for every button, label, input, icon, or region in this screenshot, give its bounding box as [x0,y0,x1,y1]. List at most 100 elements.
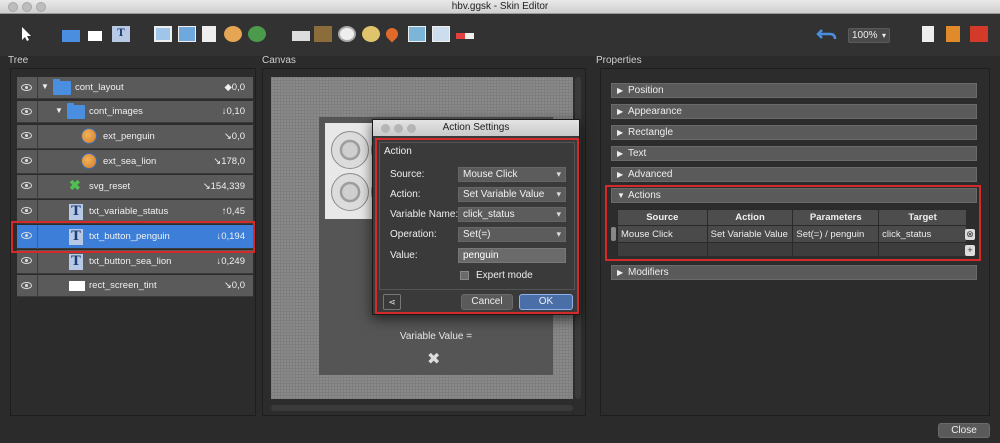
table-row[interactable]: Mouse Click Set Variable Value Set(=) / … [617,225,967,243]
preview-icon[interactable] [946,26,960,42]
rotator-icon[interactable] [362,26,380,42]
tree-item-txt-variable-status[interactable]: T txt_variable_status ↑0,45 [17,200,253,224]
text-tool-icon[interactable]: T [112,26,130,42]
action-select[interactable]: Set Variable Value [458,187,566,202]
placeholder-globe-icon [331,131,369,169]
tree-item-position: ↓0,194 [216,231,245,242]
cloner-icon[interactable] [314,26,332,42]
source-select[interactable]: Mouse Click [458,167,566,182]
rect-icon [69,281,85,291]
pin-icon[interactable] [383,25,401,43]
actions-table-header: Source Action Parameters Target [617,209,967,226]
dialog-minimize-button[interactable] [394,124,403,133]
export-icon[interactable] [922,26,934,42]
eye-icon[interactable] [21,132,32,139]
tree-item-txt-button-sea-lion[interactable]: T txt_button_sea_lion ↓0,249 [17,250,253,274]
cell-source[interactable]: Mouse Click [617,225,708,243]
section-actions[interactable]: ▼ Actions [611,188,977,203]
value-input[interactable]: penguin [458,248,566,263]
tree-item-cont-layout[interactable]: ▼ cont_layout ◆0,0 [17,77,253,99]
compass-icon[interactable] [338,26,356,42]
eye-icon[interactable] [21,207,32,214]
tree-item-rect-screen-tint[interactable]: rect_screen_tint ↘0,0 [17,275,253,297]
eye-icon[interactable] [21,157,32,164]
tree-item-ext-penguin[interactable]: ext_penguin ↘0,0 [17,125,253,149]
variable-status-text: Variable Value = [399,331,473,342]
operation-label: Operation: [390,229,437,240]
section-position[interactable]: ▶ Position [611,83,977,98]
container-icon[interactable] [62,30,80,42]
tree-item-position: ↓0,249 [216,256,245,267]
zoom-select[interactable]: 100% ▾ [848,28,890,43]
globe-icon [81,128,97,144]
properties-panel: ▶ Position ▶ Appearance ▶ Rectangle ▶ Text ▶… [600,68,990,416]
map-icon[interactable] [248,26,266,42]
tree-item-svg-reset[interactable]: ✖ svg_reset ↘154,339 [17,175,253,199]
ok-button[interactable]: OK [519,294,573,310]
tree-item-position: ◆0,0 [224,82,245,93]
remove-row-icon[interactable]: ⊗ [965,229,975,240]
cell-parameters[interactable]: Set(=) / penguin [792,225,880,243]
tree-item-label: txt_variable_status [89,206,169,217]
toolbar: T 100% ▾ [0,14,1000,56]
rectangle-icon[interactable] [88,31,102,41]
tree-panel: ▼ cont_layout ◆0,0 ▼ cont_images ↓0,10 e… [10,68,256,416]
expand-arrow-icon[interactable]: ▼ [41,82,49,91]
undo-icon[interactable] [816,26,838,42]
operation-select[interactable]: Set(=) [458,227,566,242]
add-row-icon[interactable]: + [965,245,975,256]
column-header-action[interactable]: Action [706,209,794,226]
dialog-zoom-button[interactable] [407,124,416,133]
column-header-target[interactable]: Target [878,209,967,226]
column-header-source[interactable]: Source [617,209,708,226]
hotspot-icon[interactable] [292,31,310,41]
close-button[interactable]: Close [938,423,990,438]
section-advanced[interactable]: ▶ Advanced [611,167,977,182]
share-icon[interactable]: ⋖ [383,294,401,310]
eye-icon[interactable] [21,182,32,189]
eye-icon[interactable] [21,282,32,289]
row-drag-handle[interactable] [611,227,616,241]
tree-item-label: ext_penguin [103,131,155,142]
cell-target[interactable]: click_status [878,225,967,243]
value-label: Value: [390,250,418,261]
select-arrow-icon[interactable] [18,26,36,42]
section-rectangle[interactable]: ▶ Rectangle [611,125,977,140]
eye-icon[interactable] [21,108,32,115]
output-icon[interactable] [970,26,988,42]
reset-x-icon[interactable]: ✖ [427,349,440,369]
variable-name-label: Variable Name: [390,209,459,220]
tree-item-cont-images[interactable]: ▼ cont_images ↓0,10 [17,101,253,123]
section-modifiers[interactable]: ▶ Modifiers [611,265,977,280]
cancel-button[interactable]: Cancel [461,294,513,310]
table-row-empty[interactable] [617,242,967,257]
progress-bar-icon[interactable] [456,33,474,39]
button-image-icon[interactable] [178,26,196,42]
eye-icon[interactable] [21,232,32,239]
folder-icon [67,103,85,119]
tree-item-ext-sea-lion[interactable]: ext_sea_lion ↘178,0 [17,150,253,174]
video-icon[interactable] [432,26,450,42]
image-icon[interactable] [154,26,172,42]
section-appearance[interactable]: ▶ Appearance [611,104,977,119]
svg-icon[interactable] [202,26,216,42]
expert-mode-checkbox[interactable] [460,271,469,280]
expert-mode-label: Expert mode [476,270,533,281]
canvas-horizontal-scrollbar[interactable] [271,405,573,411]
section-text[interactable]: ▶ Text [611,146,977,161]
eye-icon[interactable] [21,257,32,264]
external-image-icon[interactable] [224,26,242,42]
expand-arrow-icon: ▶ [617,128,624,137]
photo-icon[interactable] [408,26,426,42]
variable-name-select[interactable]: click_status [458,207,566,222]
tree-item-txt-button-penguin[interactable]: T txt_button_penguin ↓0,194 [17,225,253,249]
column-header-parameters[interactable]: Parameters [792,209,880,226]
eye-icon[interactable] [21,84,32,91]
dialog-close-button[interactable] [381,124,390,133]
section-label: Text [628,148,647,159]
expand-arrow-icon[interactable]: ▼ [55,106,63,115]
section-label: Modifiers [628,267,669,278]
cell-action[interactable]: Set Variable Value [706,225,794,243]
expand-arrow-icon: ▶ [617,86,624,95]
text-icon: T [69,254,83,270]
